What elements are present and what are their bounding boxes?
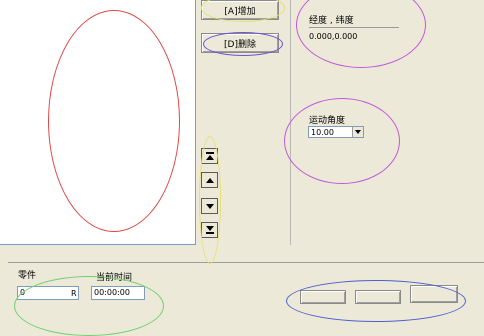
dropdown-arrow-icon[interactable]	[352, 127, 363, 137]
coordinates-divider	[309, 27, 399, 28]
move-up-icon	[205, 177, 214, 183]
part-label: 零件	[18, 271, 37, 281]
add-button[interactable]: [A]增加	[201, 0, 279, 20]
part-field-value: 0	[20, 288, 26, 297]
part-field[interactable]: 0	[17, 286, 79, 300]
move-down-button[interactable]	[201, 198, 218, 214]
move-up-button[interactable]	[201, 172, 218, 188]
current-time-value: 00:00:00	[94, 288, 130, 297]
bottom-button-1[interactable]	[300, 290, 346, 304]
bottom-button-3[interactable]	[410, 285, 458, 303]
bottom-divider	[8, 262, 484, 263]
bottom-button-2[interactable]	[355, 290, 401, 304]
motion-angle-label: 运动角度	[309, 116, 346, 126]
part-unit: R	[71, 289, 77, 298]
move-to-top-button[interactable]	[201, 148, 218, 164]
move-to-bottom-button[interactable]	[201, 222, 218, 238]
current-time-label: 当前时间	[96, 273, 133, 283]
item-list-box[interactable]	[0, 0, 196, 245]
green-annotation-ellipse	[14, 276, 164, 336]
coordinates-header: 经度 , 纬度	[309, 16, 354, 26]
purple-annotation-ellipse-angle	[284, 98, 400, 184]
delete-button[interactable]: [D]删除	[201, 33, 279, 53]
panel-divider	[290, 0, 291, 245]
move-to-bottom-icon	[205, 226, 214, 234]
coordinates-value: 0.000,0.000	[309, 32, 358, 41]
motion-angle-select[interactable]: 10.00	[308, 126, 364, 138]
delete-button-label: [D]删除	[224, 39, 256, 50]
add-button-label: [A]增加	[224, 6, 256, 17]
motion-angle-value: 10.00	[311, 127, 334, 137]
current-time-field[interactable]: 00:00:00	[91, 286, 145, 300]
move-down-icon	[205, 203, 214, 209]
move-to-top-icon	[205, 152, 214, 160]
